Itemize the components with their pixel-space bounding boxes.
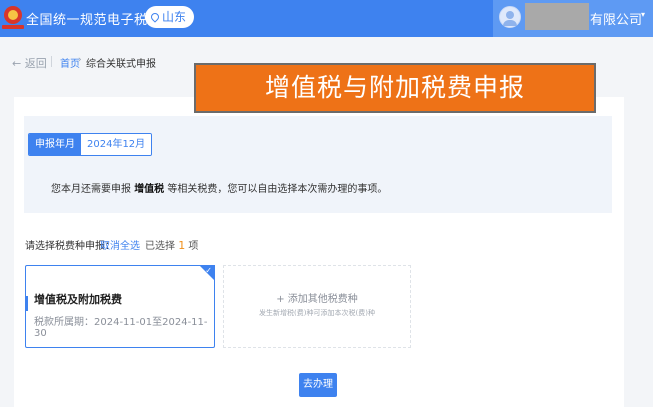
notice-tax: 增值税	[134, 184, 165, 195]
notice-suffix: 等相关税费，您可以自由选择本次需办理的事项。	[167, 184, 388, 195]
region-label: 山东	[162, 10, 187, 24]
avatar	[499, 6, 521, 28]
period-label: 申报年月	[29, 134, 81, 155]
breadcrumb-home[interactable]: 首页	[60, 55, 80, 70]
selected-count-info: 已选择 1 项	[145, 237, 198, 252]
add-other-tax-title: + 添加其他税费种	[276, 294, 358, 305]
tax-item-title: 增值税及附加税费	[34, 293, 122, 306]
period-value: 2024年12月	[81, 134, 152, 155]
breadcrumb-separator-icon: ›	[78, 55, 82, 65]
tax-item-period: 税款所属期：2024-11-01至2024-11-30	[34, 317, 208, 339]
notice-prefix: 您本月还需要申报	[51, 184, 131, 195]
selected-count: 1	[178, 239, 186, 252]
tax-item-accent	[25, 296, 28, 311]
period-info-box	[24, 116, 612, 213]
chevron-down-icon[interactable]: ▾	[641, 10, 645, 19]
cancel-all-link[interactable]: 取消全选	[100, 237, 140, 252]
selected-suffix: 项	[188, 241, 199, 252]
banner-title: 增值税与附加税费申报	[194, 63, 596, 113]
add-other-tax-subtitle: 发生新增税(费)种可添加本次税(费)种	[259, 309, 375, 317]
add-other-tax-card[interactable]: + 添加其他税费种 发生新增税(费)种可添加本次税(费)种	[223, 265, 411, 348]
top-header: 全国统一规范电子税务局 山东 有限公司 ▾	[0, 0, 653, 37]
logo-ribbon	[2, 25, 24, 29]
breadcrumb-divider	[51, 56, 52, 67]
notice-text: 您本月还需要申报 增值税 等相关税费，您可以自由选择本次需办理的事项。	[51, 180, 387, 195]
tax-item-card[interactable]: 增值税及附加税费 税款所属期：2024-11-01至2024-11-30 ✓	[25, 265, 215, 348]
main-card: 申报年月 2024年12月 您本月还需要申报 增值税 等相关税费，您可以自由选择…	[14, 97, 624, 407]
period-tag: 申报年月 2024年12月	[28, 133, 153, 156]
checkmark-icon: ✓	[205, 266, 212, 275]
redacted-company-name	[525, 3, 589, 30]
user-menu[interactable]: 有限公司 ▾	[493, 0, 653, 37]
company-name: 有限公司	[590, 13, 643, 28]
go-handle-button[interactable]: 去办理	[299, 373, 337, 397]
selected-prefix: 已选择	[145, 241, 175, 252]
region-selector[interactable]: 山东	[145, 6, 195, 28]
breadcrumb-current: 综合关联式申报	[86, 59, 156, 70]
location-pin-icon	[149, 11, 161, 23]
back-link[interactable]: ← 返回	[12, 55, 47, 71]
tax-bureau-logo-icon	[4, 6, 22, 24]
